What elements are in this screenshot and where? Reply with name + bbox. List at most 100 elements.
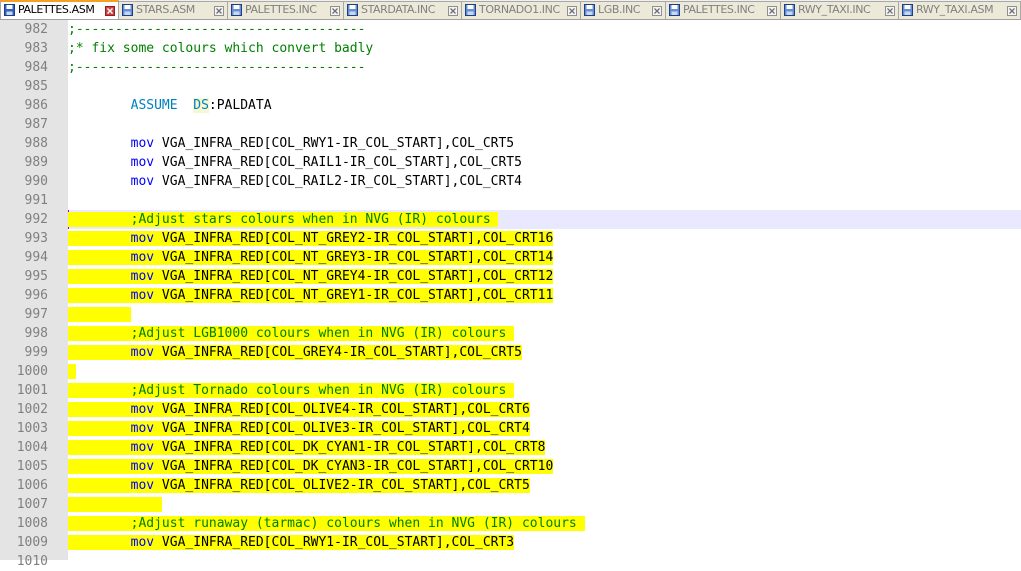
code-text[interactable]: ;Adjust stars colours when in NVG (IR) c… — [68, 210, 499, 229]
code-text[interactable]: mov VGA_INFRA_RED[COL_RWY1-IR_COL_START]… — [68, 533, 515, 552]
code-line: 984 ;------------------------------------… — [0, 58, 1021, 77]
code-text[interactable]: ;------------------------------------- — [68, 58, 365, 77]
line-number: 1001 — [16, 383, 48, 398]
close-icon[interactable] — [567, 5, 577, 16]
line-text: mov VGA_INFRA_RED[COL_RWY1-IR_COL_START]… — [68, 136, 515, 151]
tab-lgb-inc[interactable]: LGB.INC — [580, 1, 666, 19]
highlighted-text: ;Adjust runaway (tarmac) colours when in… — [68, 516, 585, 531]
code-token: VGA_INFRA_RED[COL_NT_GREY1-IR_COL_START]… — [154, 288, 554, 303]
tab-label: STARDATA.INC — [361, 3, 436, 16]
code-text[interactable]: mov VGA_INFRA_RED[COL_DK_CYAN1-IR_COL_ST… — [68, 438, 546, 457]
tab-rwy-taxi-asm[interactable]: RWY_TAXI.ASM — [898, 1, 1021, 19]
close-icon[interactable] — [1007, 5, 1017, 16]
tab-bar: PALETTES.ASM STARS.ASM PALETTES.INC STARDAT… — [0, 0, 1021, 20]
code-line: 1005 mov VGA_INFRA_RED[COL_DK_CYAN3-IR_C… — [0, 457, 1021, 476]
code-text[interactable] — [68, 362, 76, 381]
code-text[interactable]: ;Adjust LGB1000 colours when in NVG (IR)… — [68, 324, 515, 343]
line-number: 983 — [24, 41, 48, 56]
code-line: 995 mov VGA_INFRA_RED[COL_NT_GREY4-IR_CO… — [0, 267, 1021, 286]
code-text[interactable]: mov VGA_INFRA_RED[COL_NT_GREY1-IR_COL_ST… — [68, 286, 554, 305]
tab-label: STARS.ASM — [136, 3, 195, 16]
code-text[interactable]: mov VGA_INFRA_RED[COL_OLIVE4-IR_COL_STAR… — [68, 400, 530, 419]
code-line: 982 ;------------------------------------… — [0, 20, 1021, 39]
line-number: 1006 — [16, 478, 48, 493]
comment-token: ;------------------------------------- — [68, 60, 366, 75]
code-token: VGA_INFRA_RED[COL_OLIVE4-IR_COL_START],C… — [154, 402, 530, 417]
code-text[interactable]: mov VGA_INFRA_RED[COL_GREY4-IR_COL_START… — [68, 343, 522, 362]
code-line: 992 ;Adjust stars colours when in NVG (I… — [0, 210, 1021, 229]
close-icon[interactable] — [767, 5, 777, 16]
save-file-icon — [784, 4, 795, 16]
code-text[interactable]: mov VGA_INFRA_RED[COL_NT_GREY2-IR_COL_ST… — [68, 229, 554, 248]
tab-palettes-inc[interactable]: PALETTES.INC — [227, 1, 344, 19]
tab-palettes-asm[interactable]: PALETTES.ASM — [0, 0, 119, 19]
code-text[interactable]: ;* fix some colours which convert badly — [68, 39, 373, 58]
line-number: 996 — [24, 288, 48, 303]
highlighted-text — [68, 497, 162, 512]
keyword-token: mov — [130, 535, 155, 550]
tab-palettes-inc[interactable]: PALETTES.INC — [665, 1, 781, 19]
code-text[interactable]: ;------------------------------------- — [68, 20, 365, 39]
highlighted-text: mov VGA_INFRA_RED[COL_DK_CYAN1-IR_COL_ST… — [68, 440, 546, 455]
code-text[interactable]: ;Adjust runaway (tarmac) colours when in… — [68, 514, 585, 533]
highlighted-text — [68, 364, 76, 379]
line-number: 991 — [24, 193, 48, 208]
save-file-icon — [231, 4, 242, 16]
tab-stars-asm[interactable]: STARS.ASM — [118, 1, 228, 19]
code-text[interactable]: ASSUME DS:PALDATA — [68, 96, 272, 115]
close-icon[interactable] — [105, 5, 115, 16]
code-text[interactable]: mov VGA_INFRA_RED[COL_NT_GREY3-IR_COL_ST… — [68, 248, 554, 267]
code-text[interactable]: mov VGA_INFRA_RED[COL_RAIL1-IR_COL_START… — [68, 153, 522, 172]
code-line: 993 mov VGA_INFRA_RED[COL_NT_GREY2-IR_CO… — [0, 229, 1021, 248]
highlighted-text: ;Adjust LGB1000 colours when in NVG (IR)… — [68, 326, 515, 341]
highlighted-text: mov VGA_INFRA_RED[COL_GREY4-IR_COL_START… — [68, 345, 522, 360]
register-token: DS — [193, 98, 209, 113]
line-number: 984 — [24, 60, 48, 75]
code-line: 1002 mov VGA_INFRA_RED[COL_OLIVE4-IR_COL… — [0, 400, 1021, 419]
close-icon[interactable] — [652, 5, 662, 16]
tab-label: RWY_TAXI.ASM — [916, 3, 994, 16]
keyword-token: mov — [130, 459, 155, 474]
code-text[interactable]: mov VGA_INFRA_RED[COL_RWY1-IR_COL_START]… — [68, 134, 515, 153]
line-text: ;------------------------------------- — [68, 60, 365, 75]
code-token: VGA_INFRA_RED[COL_DK_CYAN3-IR_COL_START]… — [154, 459, 554, 474]
code-line: 983 ;* fix some colours which convert bad… — [0, 39, 1021, 58]
close-icon[interactable] — [448, 5, 458, 16]
code-line: 996 mov VGA_INFRA_RED[COL_NT_GREY1-IR_CO… — [0, 286, 1021, 305]
code-text[interactable]: mov VGA_INFRA_RED[COL_OLIVE3-IR_COL_STAR… — [68, 419, 530, 438]
code-line: 999 mov VGA_INFRA_RED[COL_GREY4-IR_COL_S… — [0, 343, 1021, 362]
code-text[interactable] — [68, 495, 162, 514]
code-editor[interactable]: 982 ;------------------------------------… — [0, 20, 1021, 569]
save-file-icon — [122, 4, 133, 16]
tab-tornado1-inc[interactable]: TORNADO1.INC — [461, 1, 581, 19]
code-token: VGA_INFRA_RED[COL_NT_GREY4-IR_COL_START]… — [154, 269, 554, 284]
highlighted-text: mov VGA_INFRA_RED[COL_NT_GREY2-IR_COL_ST… — [68, 231, 554, 246]
close-icon[interactable] — [330, 5, 340, 16]
code-text[interactable]: mov VGA_INFRA_RED[COL_DK_CYAN3-IR_COL_ST… — [68, 457, 554, 476]
tab-rwy-taxi-inc[interactable]: RWY_TAXI.INC — [780, 1, 899, 19]
tab-stardata-inc[interactable]: STARDATA.INC — [343, 1, 462, 19]
code-line: 985 — [0, 77, 1021, 96]
close-icon[interactable] — [214, 5, 224, 16]
close-icon[interactable] — [885, 5, 895, 16]
line-number: 989 — [24, 155, 48, 170]
code-line: 994 mov VGA_INFRA_RED[COL_NT_GREY3-IR_CO… — [0, 248, 1021, 267]
highlighted-text: ;Adjust Tornado colours when in NVG (IR)… — [68, 383, 515, 398]
code-line: 1008 ;Adjust runaway (tarmac) colours wh… — [0, 514, 1021, 533]
code-text[interactable]: mov VGA_INFRA_RED[COL_RAIL2-IR_COL_START… — [68, 172, 522, 191]
code-token: VGA_INFRA_RED[COL_RAIL1-IR_COL_START],CO… — [154, 155, 522, 170]
code-text[interactable] — [68, 305, 131, 324]
save-file-icon — [584, 4, 595, 16]
code-text[interactable]: ;Adjust Tornado colours when in NVG (IR)… — [68, 381, 515, 400]
line-number: 985 — [24, 79, 48, 94]
code-token: VGA_INFRA_RED[COL_OLIVE3-IR_COL_START],C… — [154, 421, 530, 436]
code-text[interactable]: mov VGA_INFRA_RED[COL_OLIVE2-IR_COL_STAR… — [68, 476, 530, 495]
code-text[interactable]: mov VGA_INFRA_RED[COL_NT_GREY4-IR_COL_ST… — [68, 267, 554, 286]
line-number: 982 — [24, 22, 48, 37]
